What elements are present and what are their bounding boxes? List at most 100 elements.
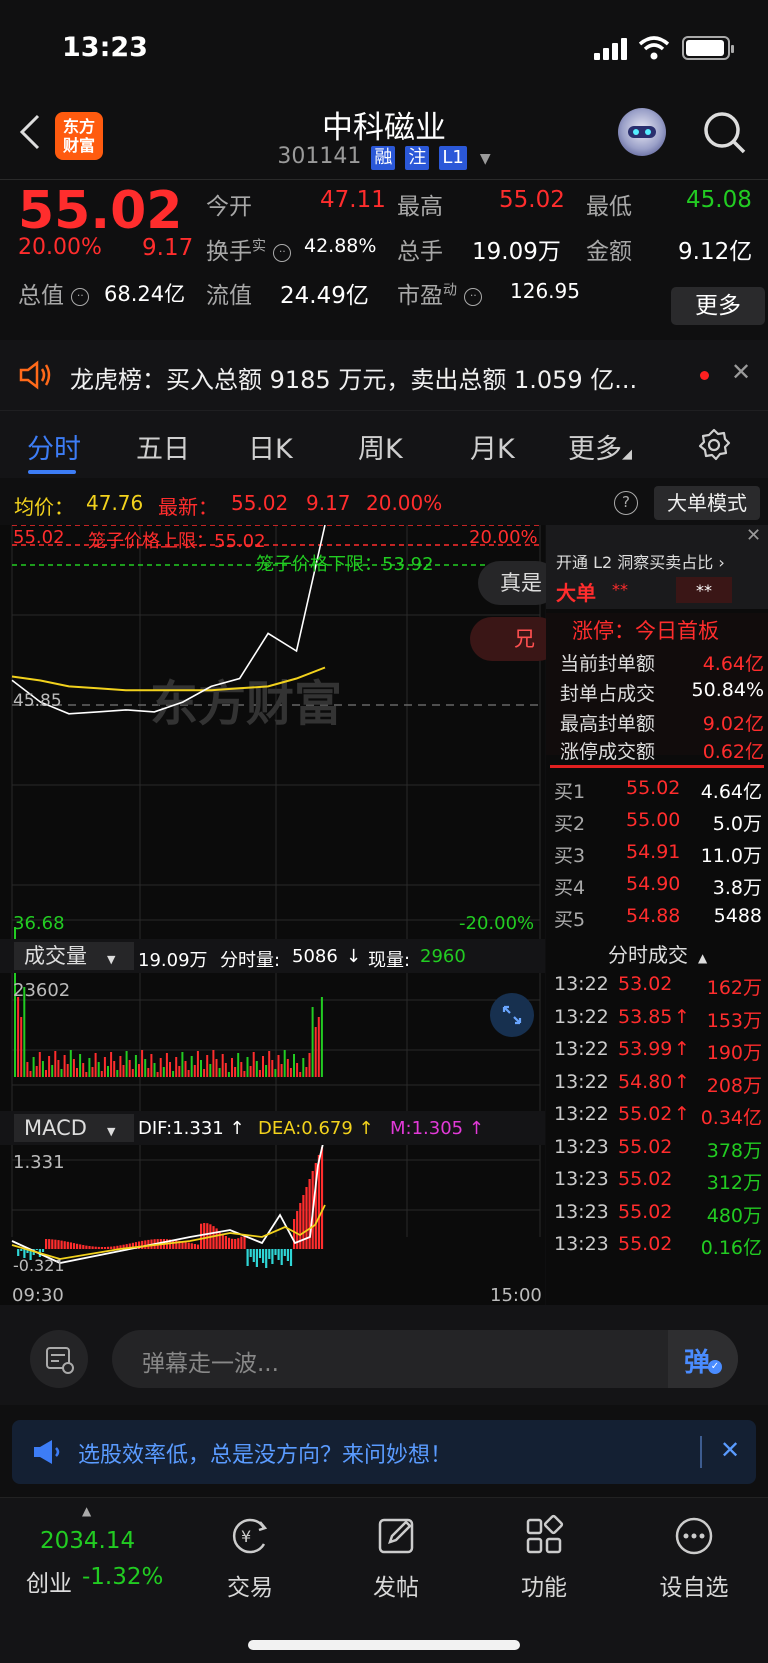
- stock-code: 301141: [277, 144, 362, 169]
- high-value: 55.02: [499, 187, 565, 213]
- volume-bar: [196, 1051, 199, 1077]
- ai-ad-banner[interactable]: 选股效率低，总是没方向？来问妙想！ ✕: [12, 1420, 756, 1484]
- tick-volume: 480万: [706, 1204, 762, 1227]
- tab-more[interactable]: 更多◢: [568, 427, 632, 466]
- index-ticker[interactable]: ▲ 2034.14 创业 -1.32%: [20, 1504, 180, 1604]
- close-icon[interactable]: ✕: [720, 1436, 740, 1464]
- macd-bar: [231, 1238, 234, 1249]
- volume-bar: [277, 1055, 280, 1077]
- nav-watchlist[interactable]: 设自选: [644, 1514, 744, 1602]
- tick-volume: 378万: [706, 1139, 762, 1162]
- tab-weekly-k[interactable]: 周K: [358, 427, 403, 466]
- tick-volume: 0.34亿: [700, 1107, 762, 1129]
- info-icon[interactable]: ··: [464, 287, 483, 306]
- tab-monthly-k[interactable]: 月K: [470, 427, 515, 466]
- volume-bar: [231, 1058, 233, 1077]
- dragon-tiger-text: 龙虎榜：买入总额 9185 万元，卖出总额 1.059 亿...: [70, 366, 638, 394]
- volume-indicator-select[interactable]: 成交量 ▼: [14, 942, 134, 970]
- macd-indicator-select[interactable]: MACD ▼: [14, 1114, 134, 1142]
- tick-arrow: ↑: [674, 1005, 690, 1028]
- help-icon[interactable]: ?: [614, 491, 638, 515]
- tick-price: 54.80: [618, 1070, 673, 1093]
- more-button[interactable]: 更多: [671, 287, 765, 325]
- macd-bar: [221, 1233, 224, 1249]
- tab-daily-k[interactable]: 日K: [248, 427, 293, 466]
- macd-bar: [103, 1247, 107, 1249]
- volume-bar: [317, 1017, 320, 1077]
- info-icon[interactable]: ··: [71, 287, 90, 306]
- robot-assistant-icon[interactable]: [618, 108, 666, 156]
- dropdown-icon: ▼: [479, 151, 491, 167]
- tab-five-day[interactable]: 五日: [136, 427, 190, 466]
- macd-bar: [82, 1245, 85, 1249]
- limit-row: 封单占成交 50.84%: [560, 679, 764, 705]
- info-icon[interactable]: ··: [273, 243, 292, 262]
- l2-label: 开通 L2 洞察买卖占比 ›: [556, 553, 725, 572]
- tick-row: 13:23 55.02 312万: [546, 1168, 768, 1198]
- check-badge-icon: ✓: [708, 1360, 722, 1374]
- volume-bar: [246, 1057, 249, 1077]
- collapse-button[interactable]: [490, 993, 534, 1037]
- volume-bar: [200, 1060, 202, 1077]
- tick-time: 13:23: [554, 1200, 609, 1223]
- time-end-label: 15:00: [490, 1285, 542, 1306]
- level-tag: L1: [439, 146, 467, 170]
- intraday-chart[interactable]: 东方财富 55.02 20.00% 笼子价格上限：55.02 笼子价格下限：53…: [0, 525, 560, 1306]
- settings-icon[interactable]: [697, 428, 731, 462]
- close-icon[interactable]: ✕: [746, 525, 761, 546]
- volume-bar: [69, 1050, 72, 1077]
- volume-total: 19.09万: [138, 950, 208, 971]
- volume-bar: [193, 1065, 196, 1077]
- volume-bar: [100, 1071, 103, 1077]
- nav-trade[interactable]: ¥ 交易: [200, 1514, 300, 1602]
- volume-bar: [293, 1054, 295, 1077]
- volume-bar: [255, 1061, 258, 1077]
- volume-bar: [181, 1052, 184, 1077]
- search-icon[interactable]: [702, 110, 748, 156]
- tick-row: 13:22 53.85 ↑ 153万: [546, 1006, 768, 1036]
- bottom-nav: ▲ 2034.14 创业 -1.32% ¥ 交易 发帖 功能 设自选: [0, 1497, 768, 1663]
- macd-bar: [79, 1244, 82, 1249]
- big-order-mode-button[interactable]: 大单模式: [654, 486, 760, 520]
- send-barrage-button[interactable]: 弹 ✓: [668, 1330, 738, 1388]
- volume-bar: [296, 1063, 299, 1077]
- volume-bar: [29, 1071, 32, 1077]
- volume-bar: [289, 1068, 292, 1077]
- macd-bar: [110, 1246, 113, 1249]
- bid-row: 买4 54.90 3.8万: [546, 873, 768, 903]
- dragon-tiger-banner[interactable]: 龙虎榜：买入总额 9185 万元，卖出总额 1.059 亿... ✕: [0, 340, 768, 410]
- macd-bar: [206, 1223, 209, 1249]
- volume-bar: [91, 1067, 94, 1077]
- close-icon[interactable]: ✕: [731, 358, 751, 386]
- macd-bar: [60, 1240, 63, 1249]
- volume-bar: [17, 997, 20, 1077]
- last-price: 55.02: [18, 181, 183, 241]
- tab-intraday[interactable]: 分时: [27, 427, 81, 466]
- macd-bar: [196, 1244, 200, 1249]
- barrage-input[interactable]: 弹幕走一波... 弹 ✓: [112, 1330, 738, 1388]
- volume-bar: [221, 1054, 224, 1077]
- ticks-title[interactable]: 分时成交 ▲: [608, 939, 707, 968]
- volume-label: 总手: [397, 239, 443, 265]
- macd-bar: [227, 1237, 231, 1249]
- macd-bar: [175, 1240, 178, 1249]
- volume-bar: [203, 1069, 206, 1077]
- index-name: 创业: [26, 1571, 72, 1597]
- macd-bar: [57, 1240, 60, 1249]
- barrage-toggle-icon[interactable]: [30, 1330, 88, 1388]
- volume-bar: [150, 1054, 153, 1077]
- dea-value: DEA:0.679 ↑: [258, 1118, 374, 1139]
- cage-upper-label: 笼子价格上限：55.02: [88, 531, 266, 552]
- volume-bar: [94, 1053, 97, 1077]
- volume-bar: [82, 1063, 85, 1077]
- nav-post[interactable]: 发帖: [346, 1514, 446, 1602]
- volume-bar: [48, 1056, 51, 1077]
- volume-bar: [97, 1062, 100, 1077]
- l2-banner[interactable]: 开通 L2 洞察买卖占比 › ✕ 大单 ** **: [546, 525, 768, 609]
- nav-functions[interactable]: 功能: [494, 1514, 594, 1602]
- volume-bar: [165, 1053, 168, 1077]
- edit-icon: [378, 1518, 414, 1554]
- tick-time: 13:22: [554, 1070, 609, 1093]
- macd-bar: [308, 1179, 311, 1249]
- macd-bar: [41, 1249, 45, 1252]
